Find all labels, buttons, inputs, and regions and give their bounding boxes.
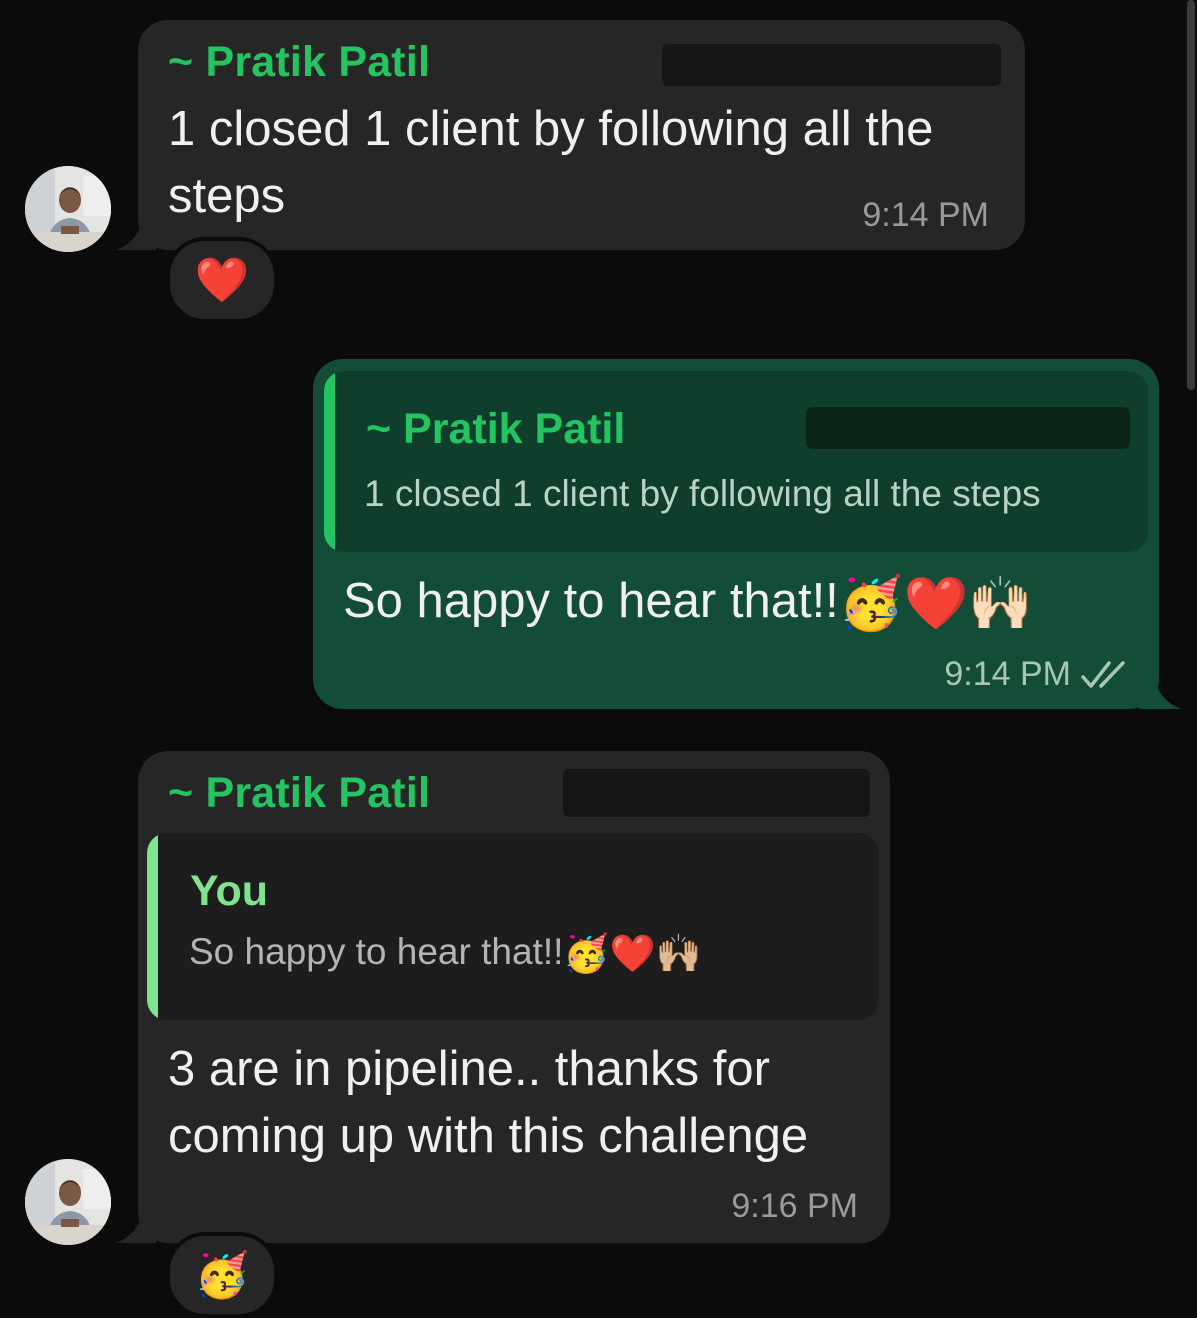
scrollbar[interactable] (1187, 0, 1195, 390)
avatar-photo (25, 1159, 111, 1245)
quoted-message[interactable]: ~ Pratik Patil 1 closed 1 client by foll… (324, 371, 1148, 552)
reaction-badge[interactable]: 🥳 (166, 1232, 278, 1318)
partying-face-emoji: 🥳 (838, 574, 904, 633)
quoted-text: 1 closed 1 client by following all the s… (364, 473, 1041, 514)
quoted-message[interactable]: You So happy to hear that!!🥳❤️🙌🏼 (147, 833, 879, 1020)
quoted-text: So happy to hear that!!🥳❤️🙌🏼 (189, 931, 702, 976)
sender-name[interactable]: ~ Pratik Patil (168, 769, 430, 818)
partying-face-emoji: 🥳 (563, 932, 610, 974)
message-text-line-1: 3 are in pipeline.. thanks for (168, 1042, 770, 1096)
quoted-sender-name: ~ Pratik Patil (366, 405, 626, 453)
partying-face-emoji: 🥳 (194, 1251, 250, 1300)
avatar[interactable] (25, 1159, 111, 1245)
redacted-phone-number (662, 44, 1001, 86)
message-text-line-2: steps (168, 169, 286, 223)
message-bubble-incoming[interactable]: ~ Pratik Patil 1 closed 1 client by foll… (116, 20, 1025, 250)
message-timestamp: 9:16 PM (731, 1187, 858, 1225)
quote-accent-bar (324, 371, 335, 552)
heart-emoji: ❤️ (194, 256, 250, 305)
avatar[interactable] (25, 166, 111, 252)
message-timestamp: 9:14 PM (862, 196, 989, 234)
message-bubble-incoming[interactable]: ~ Pratik Patil You So happy to hear that… (116, 751, 890, 1243)
message-bubble-outgoing[interactable]: ~ Pratik Patil 1 closed 1 client by foll… (313, 359, 1181, 709)
bubble-tail (1139, 675, 1181, 709)
double-check-icon (1081, 661, 1125, 688)
message-text: So happy to hear that!!🥳❤️🙌🏻 (343, 568, 1033, 638)
message-text-content: So happy to hear that!! (343, 574, 839, 628)
quote-accent-bar (147, 833, 158, 1020)
redacted-phone-number (806, 407, 1130, 449)
heart-emoji: ❤️ (609, 932, 656, 974)
heart-emoji: ❤️ (903, 574, 969, 633)
quoted-text-content: So happy to hear that!! (189, 931, 564, 972)
reaction-badge[interactable]: ❤️ (166, 237, 278, 323)
bubble-tail (116, 1209, 156, 1243)
sender-name[interactable]: ~ Pratik Patil (168, 38, 430, 87)
message-timestamp: 9:14 PM (944, 655, 1071, 693)
raising-hands-emoji: 🙌🏼 (655, 932, 702, 974)
raising-hands-emoji: 🙌🏻 (968, 574, 1034, 633)
message-text-line-1: 1 closed 1 client by following all the (168, 102, 934, 156)
avatar-photo (25, 166, 111, 252)
quoted-sender-name: You (190, 867, 269, 915)
redacted-phone-number (563, 769, 870, 817)
bubble-tail (116, 216, 156, 250)
message-text-line-2: coming up with this challenge (168, 1109, 809, 1163)
